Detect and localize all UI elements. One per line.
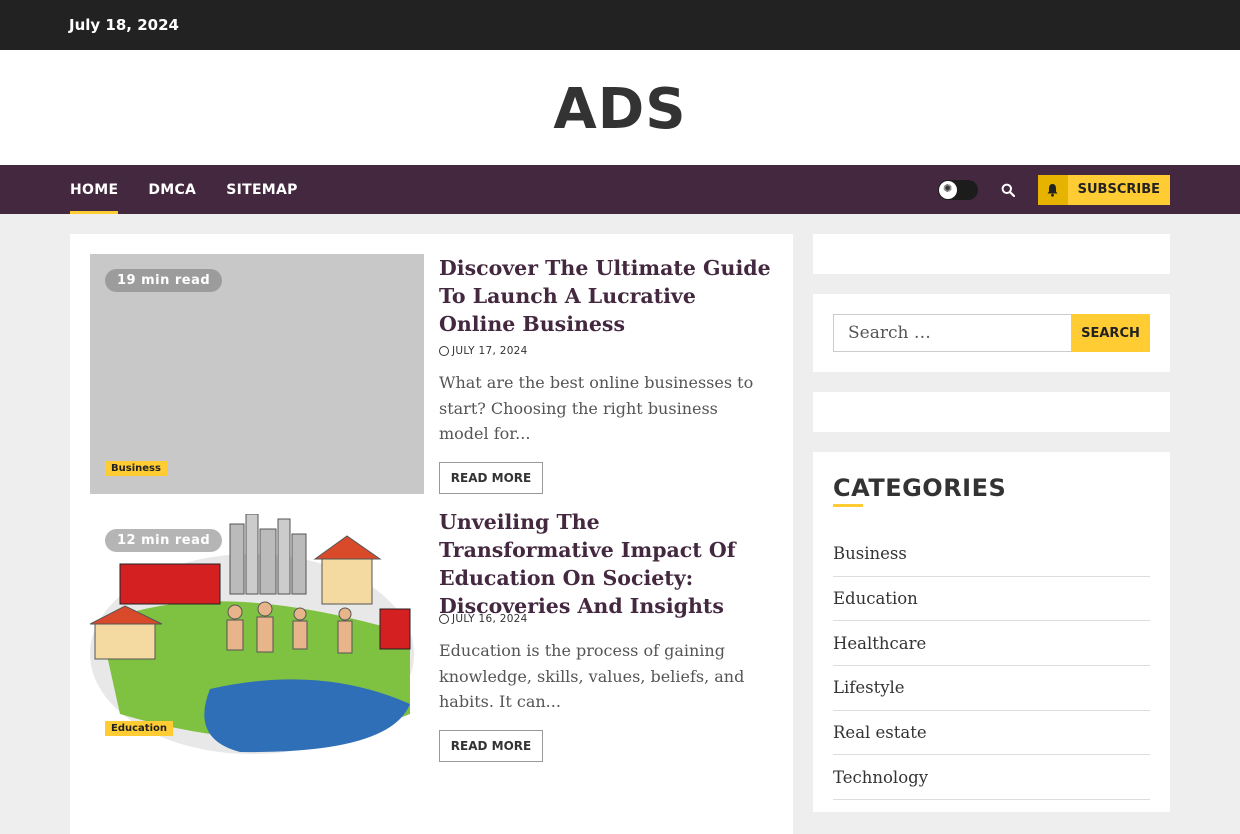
post-thumbnail[interactable]: 12 min read Education (90, 514, 424, 754)
post-meta: JULY 17, 2024 (439, 345, 528, 357)
post-card: 19 min read Business Discover The Ultima… (90, 254, 773, 494)
post-excerpt: Education is the process of gaining know… (439, 641, 745, 711)
category-link-education[interactable]: Education (833, 589, 918, 608)
post-excerpt: What are the best online businesses to s… (439, 373, 754, 443)
post-date[interactable]: JULY 17, 2024 (452, 345, 528, 357)
clock-icon (439, 346, 449, 356)
sidebar-widget-empty (813, 234, 1170, 274)
category-item: Lifestyle (833, 666, 1150, 711)
nav-item-dmca[interactable]: DMCA (148, 165, 196, 214)
categories-title: CATEGORIES (833, 474, 1007, 502)
categories-list: Business Education Healthcare Lifestyle … (833, 532, 1150, 801)
category-item: Technology (833, 755, 1150, 801)
read-more-button[interactable]: READ MORE (439, 730, 543, 762)
post-list: 19 min read Business Discover The Ultima… (70, 234, 793, 834)
category-link-business[interactable]: Business (833, 544, 907, 563)
nav-item-sitemap[interactable]: SITEMAP (226, 165, 298, 214)
clock-icon (439, 614, 449, 624)
current-date: July 18, 2024 (69, 16, 179, 34)
read-more-button[interactable]: READ MORE (439, 462, 543, 494)
category-link-lifestyle[interactable]: Lifestyle (833, 678, 905, 697)
subscribe-label: SUBSCRIBE (1077, 182, 1160, 197)
category-link-real-estate[interactable]: Real estate (833, 723, 927, 742)
nav-item-home[interactable]: HOME (70, 165, 119, 214)
sun-icon: ✺ (938, 180, 957, 199)
dark-mode-toggle[interactable]: ✺ (937, 179, 978, 200)
category-link-healthcare[interactable]: Healthcare (833, 634, 926, 653)
subscribe-button[interactable]: SUBSCRIBE (1037, 174, 1170, 205)
main-navigation: HOME DMCA SITEMAP ✺ SUBSCRIBE (0, 165, 1240, 214)
category-badge[interactable]: Business (105, 461, 167, 476)
post-meta: JULY 16, 2024 (439, 613, 528, 625)
read-time-badge: 19 min read (105, 269, 223, 292)
title-underline (833, 504, 863, 507)
bell-icon (1037, 174, 1068, 205)
category-item: Business (833, 532, 1150, 577)
site-header: ADS (0, 50, 1240, 165)
search-icon[interactable] (994, 176, 1022, 204)
post-thumbnail[interactable]: 19 min read Business (90, 254, 424, 494)
nav-menu: HOME DMCA SITEMAP (70, 165, 328, 214)
category-item: Real estate (833, 711, 1150, 756)
sidebar-widget-empty (813, 392, 1170, 432)
category-link-technology[interactable]: Technology (833, 768, 928, 787)
post-title[interactable]: Discover The Ultimate Guide To Launch A … (439, 254, 779, 338)
category-item: Education (833, 577, 1150, 622)
search-button[interactable]: SEARCH (1071, 314, 1150, 352)
categories-widget: CATEGORIES Business Education Healthcare… (813, 452, 1170, 812)
category-item: Healthcare (833, 621, 1150, 667)
search-input[interactable] (833, 314, 1072, 352)
post-title[interactable]: Unveiling The Transformative Impact Of E… (439, 508, 779, 620)
top-bar: July 18, 2024 (0, 0, 1240, 50)
read-time-badge: 12 min read (105, 529, 223, 552)
post-card: 12 min read Education Unveiling The Tran… (90, 510, 773, 814)
site-title[interactable]: ADS (553, 77, 686, 142)
category-badge[interactable]: Education (105, 721, 173, 736)
search-widget: SEARCH (813, 294, 1170, 372)
post-date[interactable]: JULY 16, 2024 (452, 613, 528, 625)
nav-actions: ✺ SUBSCRIBE (937, 165, 1170, 214)
